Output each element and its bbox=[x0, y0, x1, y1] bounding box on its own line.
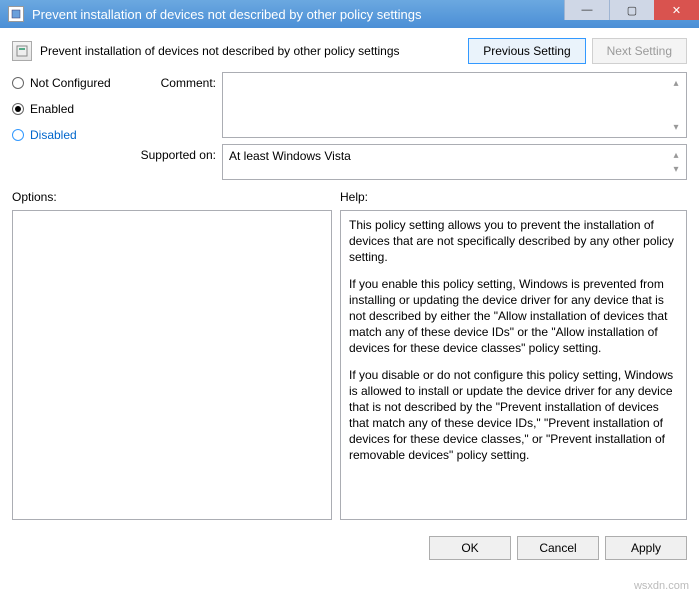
supported-value: At least Windows Vista bbox=[229, 149, 351, 163]
minimize-button[interactable]: — bbox=[564, 0, 609, 20]
cancel-button[interactable]: Cancel bbox=[517, 536, 599, 560]
radio-label: Enabled bbox=[30, 102, 74, 116]
policy-header-row: Prevent installation of devices not desc… bbox=[12, 38, 687, 64]
help-box[interactable]: This policy setting allows you to preven… bbox=[340, 210, 687, 520]
fields-column: Comment: ▴ ▾ Supported on: At least Wind… bbox=[132, 72, 687, 180]
close-button[interactable]: ✕ bbox=[654, 0, 699, 20]
options-box[interactable] bbox=[12, 210, 332, 520]
window-app-icon bbox=[8, 6, 24, 22]
radio-not-configured[interactable]: Not Configured bbox=[12, 76, 132, 90]
radio-icon bbox=[12, 77, 24, 89]
apply-button[interactable]: Apply bbox=[605, 536, 687, 560]
policy-title: Prevent installation of devices not desc… bbox=[40, 44, 462, 58]
radio-icon bbox=[12, 103, 24, 115]
window-controls: — ▢ ✕ bbox=[564, 0, 699, 20]
options-column: Options: bbox=[12, 190, 332, 520]
window-title: Prevent installation of devices not desc… bbox=[32, 7, 422, 22]
next-setting-button: Next Setting bbox=[592, 38, 687, 64]
help-label: Help: bbox=[340, 190, 687, 204]
supported-row: Supported on: At least Windows Vista ▴ ▾ bbox=[132, 144, 687, 180]
help-paragraph: If you disable or do not configure this … bbox=[349, 367, 678, 464]
radio-label: Disabled bbox=[30, 128, 77, 142]
radio-enabled[interactable]: Enabled bbox=[12, 102, 132, 116]
supported-label: Supported on: bbox=[132, 144, 222, 162]
scroll-down-icon[interactable]: ▾ bbox=[668, 119, 684, 135]
titlebar: Prevent installation of devices not desc… bbox=[0, 0, 699, 28]
watermark: wsxdn.com bbox=[634, 580, 689, 592]
comment-textbox[interactable]: ▴ ▾ bbox=[222, 72, 687, 138]
maximize-button[interactable]: ▢ bbox=[609, 0, 654, 20]
scroll-up-icon[interactable]: ▴ bbox=[668, 75, 684, 91]
lower-panes: Options: Help: This policy setting allow… bbox=[12, 190, 687, 520]
ok-button[interactable]: OK bbox=[429, 536, 511, 560]
dialog-footer: OK Cancel Apply bbox=[0, 528, 699, 568]
radio-label: Not Configured bbox=[30, 76, 111, 90]
policy-icon bbox=[12, 41, 32, 61]
help-paragraph: If you enable this policy setting, Windo… bbox=[349, 276, 678, 357]
options-label: Options: bbox=[12, 190, 332, 204]
previous-setting-button[interactable]: Previous Setting bbox=[468, 38, 585, 64]
radio-icon bbox=[12, 129, 24, 141]
supported-textbox: At least Windows Vista ▴ ▾ bbox=[222, 144, 687, 180]
comment-row: Comment: ▴ ▾ bbox=[132, 72, 687, 138]
help-paragraph: This policy setting allows you to preven… bbox=[349, 217, 678, 266]
comment-label: Comment: bbox=[132, 72, 222, 90]
scroll-down-icon[interactable]: ▾ bbox=[668, 161, 684, 177]
state-radio-group: Not Configured Enabled Disabled bbox=[12, 72, 132, 180]
radio-disabled[interactable]: Disabled bbox=[12, 128, 132, 142]
content-area: Prevent installation of devices not desc… bbox=[0, 28, 699, 528]
help-column: Help: This policy setting allows you to … bbox=[340, 190, 687, 520]
configuration-row: Not Configured Enabled Disabled Comment:… bbox=[12, 72, 687, 180]
